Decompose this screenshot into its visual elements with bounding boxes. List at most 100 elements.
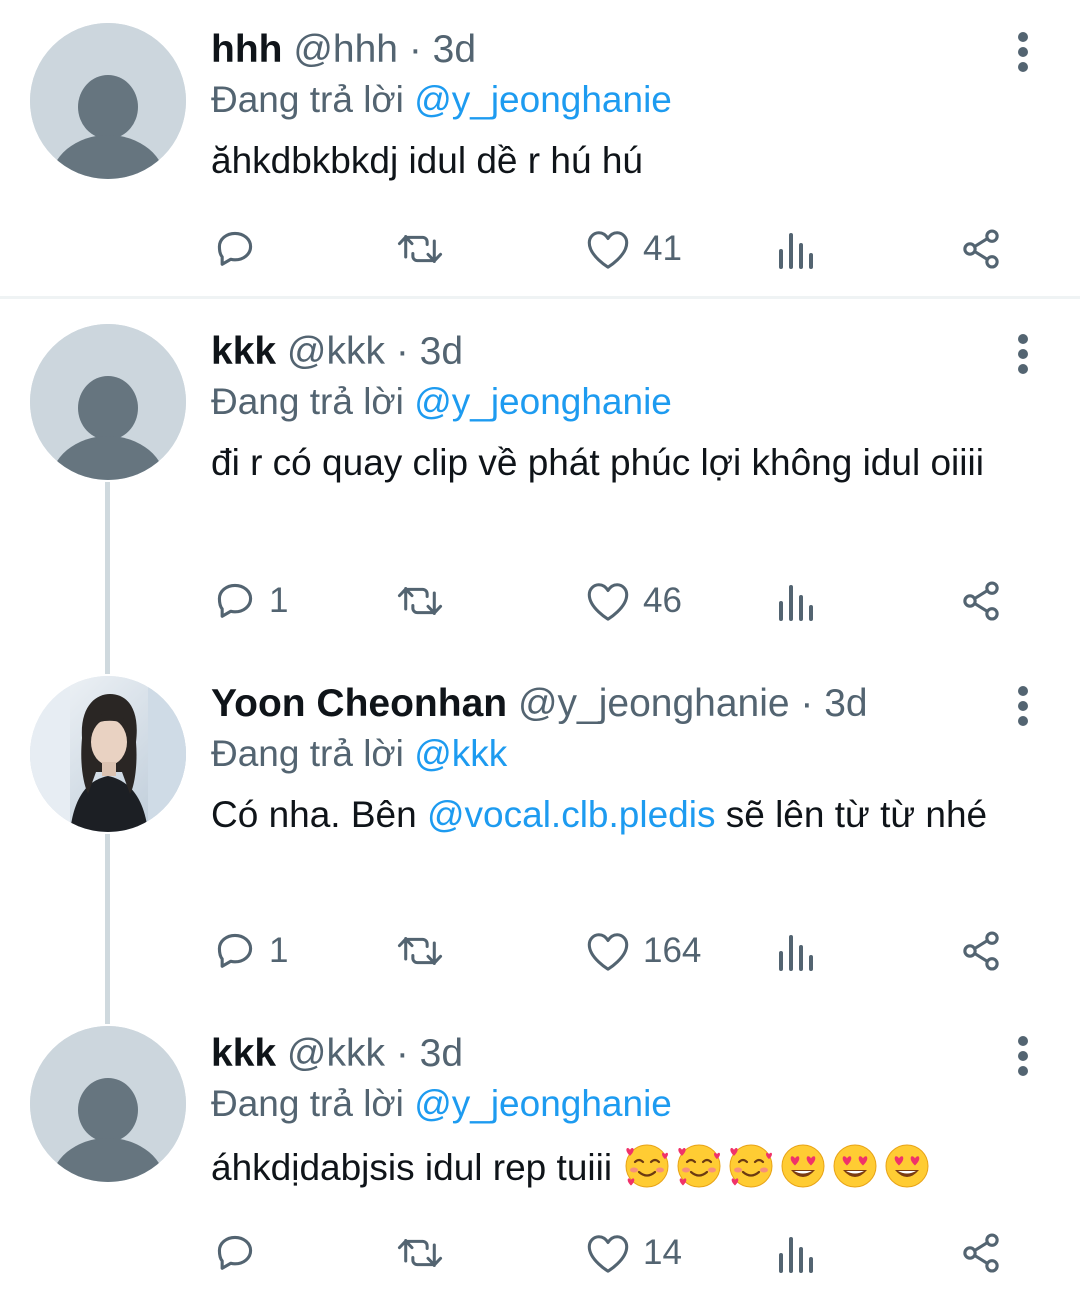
- tweet-text-part: áhkdịdabjsis idul rep tuiii: [211, 1147, 613, 1188]
- handle[interactable]: @kkk: [287, 1032, 385, 1075]
- replying-to-label: Đang trả lời: [211, 381, 415, 422]
- like-count: 164: [643, 931, 702, 970]
- reply-count: 1: [269, 931, 289, 970]
- like-count: 14: [643, 1233, 682, 1272]
- avatar[interactable]: [30, 676, 186, 832]
- reply-icon: [217, 231, 253, 266]
- reply-button[interactable]: 1: [213, 926, 288, 976]
- more-options-icon[interactable]: [1016, 32, 1030, 77]
- share-button[interactable]: [959, 576, 1003, 626]
- handle[interactable]: @kkk: [287, 330, 385, 373]
- handle[interactable]: @hhh: [293, 28, 398, 71]
- replying-to-label: Đang trả lời: [211, 733, 415, 774]
- share-button[interactable]: [959, 926, 1003, 976]
- timestamp[interactable]: · 3d: [409, 28, 476, 71]
- timestamp[interactable]: · 3d: [396, 330, 463, 373]
- tweet-header: Yoon Cheonhan @y_jeonghanie · 3d: [211, 680, 1060, 728]
- share-icon: [963, 931, 999, 971]
- like-button[interactable]: 41: [585, 224, 682, 274]
- tweet-actions: 1 46: [211, 576, 1011, 626]
- tweet-actions: 14: [211, 1228, 1011, 1278]
- smiling-face-with-hearts-emoji: [674, 1140, 724, 1190]
- divider: [0, 296, 1080, 299]
- replying-to: Đang trả lời @y_jeonghanie: [211, 378, 1060, 426]
- replying-to-label: Đang trả lời: [211, 79, 415, 120]
- heart-icon: [587, 583, 629, 621]
- tweet-text-part: sẽ lên từ từ nhé: [715, 794, 988, 835]
- default-avatar-icon: [30, 1026, 186, 1182]
- reply-button[interactable]: [213, 1228, 269, 1278]
- replying-to: Đang trả lời @kkk: [211, 730, 1060, 778]
- views-button[interactable]: [775, 224, 815, 274]
- reply-icon: [217, 583, 253, 618]
- replying-to-mention[interactable]: @y_jeonghanie: [414, 79, 672, 120]
- tweet-header: hhh @hhh · 3d: [211, 26, 1060, 74]
- more-options-icon[interactable]: [1016, 334, 1030, 379]
- display-name[interactable]: hhh: [211, 28, 282, 71]
- tweet-actions: 41: [211, 224, 1011, 274]
- timestamp[interactable]: · 3d: [800, 682, 867, 725]
- tweet-header: kkk @kkk · 3d: [211, 328, 1060, 376]
- analytics-icon: [779, 1237, 813, 1273]
- handle[interactable]: @y_jeonghanie: [518, 682, 790, 725]
- display-name[interactable]: Yoon Cheonhan: [211, 682, 507, 725]
- tweet-text: Có nha. Bên @vocal.clb.pledis sẽ lên từ …: [211, 790, 1031, 840]
- reply-button[interactable]: 1: [213, 576, 288, 626]
- share-icon: [963, 1233, 999, 1273]
- tweet-mention-link[interactable]: @vocal.clb.pledis: [427, 794, 715, 835]
- replying-to-label: Đang trả lời: [211, 1083, 415, 1124]
- tweet-header: kkk @kkk · 3d: [211, 1030, 1060, 1078]
- tweet-text-part: Có nha. Bên: [211, 794, 427, 835]
- like-count: 41: [643, 229, 682, 268]
- reply-icon: [217, 1235, 253, 1270]
- share-button[interactable]: [959, 1228, 1003, 1278]
- heart-eyes-emoji: [778, 1140, 828, 1190]
- smiling-face-with-hearts-emoji: [622, 1140, 672, 1190]
- like-count: 46: [643, 581, 682, 620]
- heart-icon: [587, 1235, 629, 1273]
- default-avatar-icon: [30, 324, 186, 480]
- like-button[interactable]: 46: [585, 576, 682, 626]
- heart-icon: [587, 933, 629, 971]
- retweet-button[interactable]: [395, 1228, 445, 1278]
- emoji-row: [622, 1144, 934, 1188]
- views-button[interactable]: [775, 576, 815, 626]
- avatar[interactable]: [30, 23, 186, 179]
- replying-to-mention[interactable]: @y_jeonghanie: [414, 381, 672, 422]
- retweet-button[interactable]: [395, 926, 445, 976]
- thread-line: [105, 834, 110, 1024]
- heart-eyes-emoji: [882, 1140, 932, 1190]
- more-options-icon[interactable]: [1016, 686, 1030, 731]
- share-icon: [963, 581, 999, 621]
- avatar[interactable]: [30, 1026, 186, 1182]
- views-button[interactable]: [775, 1228, 815, 1278]
- display-name[interactable]: kkk: [211, 330, 276, 373]
- default-avatar-icon: [30, 23, 186, 179]
- replying-to-mention[interactable]: @y_jeonghanie: [414, 1083, 672, 1124]
- heart-icon: [587, 231, 629, 269]
- reply-count: 1: [269, 581, 289, 620]
- retweet-icon: [397, 936, 443, 966]
- tweet-text: ăhkdbkbkdj idul dề r hú hú: [211, 140, 643, 181]
- display-name[interactable]: kkk: [211, 1032, 276, 1075]
- tweet-text: áhkdịdabjsis idul rep tuiii: [211, 1140, 1071, 1193]
- tweet-text: đi r có quay clip về phát phúc lợi không…: [211, 442, 984, 483]
- like-button[interactable]: 164: [585, 926, 701, 976]
- views-button[interactable]: [775, 926, 815, 976]
- retweet-icon: [397, 234, 443, 264]
- retweet-button[interactable]: [395, 224, 445, 274]
- replying-to-mention[interactable]: @kkk: [414, 733, 507, 774]
- reply-button[interactable]: [213, 224, 269, 274]
- retweet-button[interactable]: [395, 576, 445, 626]
- analytics-icon: [779, 585, 813, 621]
- share-icon: [963, 229, 999, 269]
- timestamp[interactable]: · 3d: [396, 1032, 463, 1075]
- replying-to: Đang trả lời @y_jeonghanie: [211, 76, 1060, 124]
- thread-line: [105, 482, 110, 674]
- avatar[interactable]: [30, 324, 186, 480]
- share-button[interactable]: [959, 224, 1003, 274]
- analytics-icon: [779, 233, 813, 269]
- like-button[interactable]: 14: [585, 1228, 682, 1278]
- smiling-face-with-hearts-emoji: [726, 1140, 776, 1190]
- more-options-icon[interactable]: [1016, 1036, 1030, 1081]
